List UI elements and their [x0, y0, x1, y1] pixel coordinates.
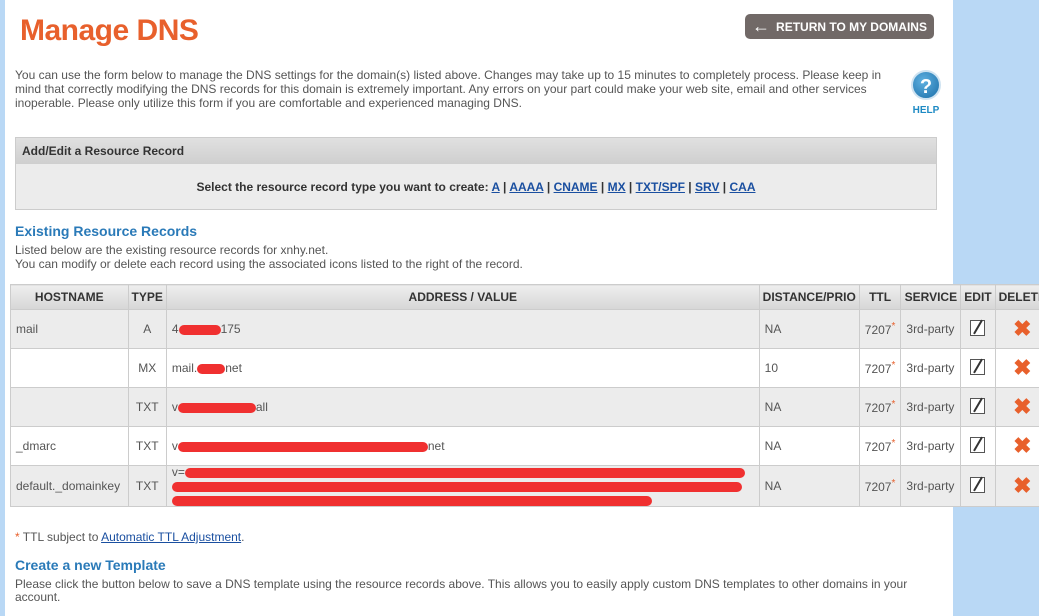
ttl: 7207*	[858, 387, 902, 427]
distance-prio: 10	[758, 348, 860, 388]
record-value: mail. net	[165, 348, 760, 388]
delete-icon[interactable]: ✖	[1013, 316, 1031, 341]
delete-icon[interactable]: ✖	[1013, 473, 1031, 498]
delete-cell: ✖	[994, 465, 1039, 507]
distance-prio: NA	[758, 309, 860, 349]
ttl: 7207*	[858, 426, 902, 466]
edit-icon[interactable]	[970, 319, 986, 336]
record-type: TXT	[127, 465, 167, 507]
table-row: mail A 4 175 NA 7207* 3rd-party ✖	[10, 309, 1039, 349]
distance-prio: NA	[758, 426, 860, 466]
ttl: 7207*	[858, 465, 902, 507]
hostname: _dmarc	[10, 426, 129, 466]
delete-icon[interactable]: ✖	[1013, 355, 1031, 380]
record-type-mx[interactable]: MX	[608, 180, 626, 194]
record-value: 4 175	[165, 309, 760, 349]
intro-text: You can use the form below to manage the…	[15, 68, 882, 110]
arrow-left-icon: ←	[752, 16, 771, 36]
table-row: default._domainkey TXT v= NA 7207* 3rd-p…	[10, 465, 1039, 507]
edit-cell	[960, 348, 996, 388]
delete-icon[interactable]: ✖	[1013, 433, 1031, 458]
delete-cell: ✖	[994, 309, 1039, 349]
delete-icon[interactable]: ✖	[1013, 394, 1031, 419]
column-header: DISTANCE/PRIO	[758, 284, 860, 310]
record-type-cname[interactable]: CNAME	[554, 180, 598, 194]
edit-icon[interactable]	[970, 436, 986, 453]
existing-records-desc: Listed below are the existing resource r…	[15, 243, 329, 257]
record-type: A	[127, 309, 167, 349]
ttl-adjustment-link[interactable]: Automatic TTL Adjustment	[101, 530, 241, 544]
delete-cell: ✖	[994, 426, 1039, 466]
edit-cell	[960, 309, 996, 349]
column-header: TTL	[858, 284, 902, 310]
hostname: mail	[10, 309, 129, 349]
record-type-selector: Select the resource record type you want…	[196, 180, 756, 194]
help-icon: ?	[911, 70, 941, 100]
record-type-txt-spf[interactable]: TXT/SPF	[636, 180, 685, 194]
delete-cell: ✖	[994, 348, 1039, 388]
column-header: DELETE	[994, 284, 1039, 310]
records-table: HOSTNAME TYPE ADDRESS / VALUE DISTANCE/PRIO…	[10, 284, 1039, 507]
template-text: Please click the button below to save a …	[15, 577, 908, 604]
help-button[interactable]: ? HELP	[908, 70, 944, 116]
service: 3rd-party	[900, 387, 962, 427]
page-title: Manage DNS	[20, 14, 199, 47]
edit-icon[interactable]	[970, 476, 986, 493]
edit-icon[interactable]	[970, 358, 986, 375]
service: 3rd-party	[900, 309, 962, 349]
edit-icon[interactable]	[970, 397, 986, 414]
distance-prio: NA	[758, 387, 860, 427]
record-value: v net	[165, 426, 760, 466]
record-type: MX	[127, 348, 167, 388]
service: 3rd-party	[900, 465, 962, 507]
delete-cell: ✖	[994, 387, 1039, 427]
hostname	[10, 348, 129, 388]
edit-cell	[960, 426, 996, 466]
record-type: TXT	[127, 387, 167, 427]
column-header: EDIT	[960, 284, 996, 310]
record-type-a[interactable]: A	[491, 180, 499, 194]
record-value: v=	[165, 465, 760, 507]
column-header: TYPE	[127, 284, 167, 310]
ttl-note: * TTL subject to Automatic TTL Adjustmen…	[15, 530, 245, 544]
table-row: TXT v all NA 7207* 3rd-party ✖	[10, 387, 1039, 427]
column-header: SERVICE	[900, 284, 962, 310]
column-header: HOSTNAME	[10, 284, 129, 310]
service: 3rd-party	[900, 348, 962, 388]
template-title: Create a new Template	[15, 557, 166, 573]
record-type: TXT	[127, 426, 167, 466]
hostname	[10, 387, 129, 427]
record-type-aaaa[interactable]: AAAA	[509, 180, 543, 194]
existing-records-title: Existing Resource Records	[15, 223, 198, 239]
add-record-title: Add/Edit a Resource Record	[16, 138, 936, 164]
existing-records-desc-2: You can modify or delete each record usi…	[15, 257, 523, 271]
record-type-srv[interactable]: SRV	[695, 180, 719, 194]
distance-prio: NA	[758, 465, 860, 507]
add-record-panel: Add/Edit a Resource Record Select the re…	[15, 137, 937, 210]
ttl: 7207*	[858, 348, 902, 388]
edit-cell	[960, 465, 996, 507]
ttl: 7207*	[858, 309, 902, 349]
column-header: ADDRESS / VALUE	[165, 284, 760, 310]
table-row: MX mail. net 10 7207* 3rd-party ✖	[10, 348, 1039, 388]
hostname: default._domainkey	[10, 465, 129, 507]
return-to-domains-button[interactable]: ← RETURN TO MY DOMAINS	[745, 14, 934, 39]
table-row: _dmarc TXT v net NA 7207* 3rd-party ✖	[10, 426, 1039, 466]
service: 3rd-party	[900, 426, 962, 466]
record-value: v all	[165, 387, 760, 427]
edit-cell	[960, 387, 996, 427]
record-type-caa[interactable]: CAA	[730, 180, 756, 194]
